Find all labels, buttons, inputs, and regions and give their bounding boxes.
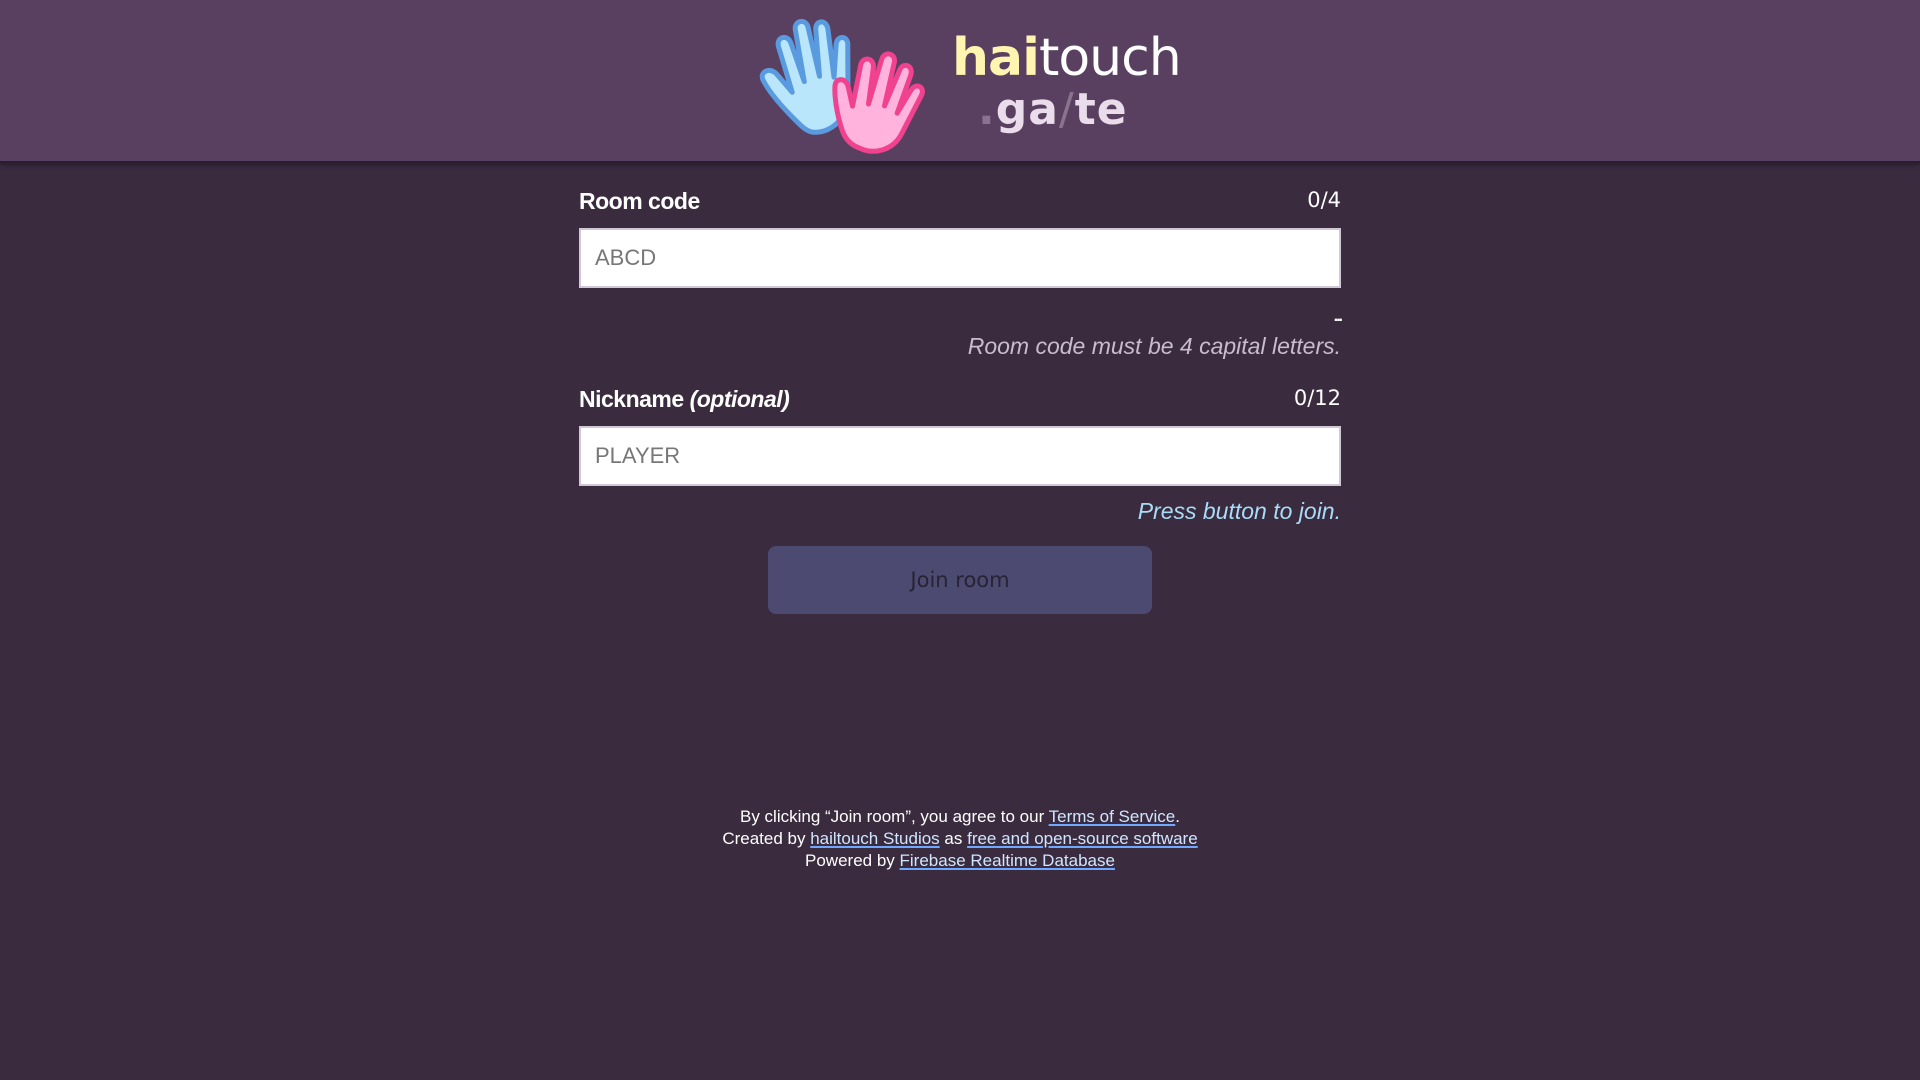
firebase-link[interactable]: Firebase Realtime Database <box>900 851 1115 870</box>
nickname-optional-label: (optional) <box>689 386 790 412</box>
logo-sub-ga: ga <box>995 84 1059 135</box>
room-code-counter: 0/4 <box>1307 188 1341 212</box>
nickname-label-text: Nickname <box>579 386 684 412</box>
studio-link[interactable]: hailtouch Studios <box>810 829 939 848</box>
room-code-loading-indicator: ... <box>1333 308 1343 325</box>
logo-word-hai: hai <box>952 28 1040 88</box>
haitouch-gate-logo[interactable]: haitouch .ga/te <box>752 8 1182 156</box>
footer-credits-prefix: Created by <box>722 829 811 848</box>
footer-powered-prefix: Powered by <box>805 851 900 870</box>
terms-of-service-link[interactable]: Terms of Service <box>1049 807 1176 826</box>
logo-sub-dot: . <box>978 84 996 135</box>
footer-credits-line: Created by hailtouch Studios as free and… <box>0 828 1920 850</box>
nickname-label: Nickname (optional) <box>579 386 790 413</box>
nickname-field: Nickname (optional) 0/12 <box>579 378 1341 486</box>
waving-hands-icon <box>759 19 925 154</box>
header: haitouch .ga/te <box>0 0 1920 163</box>
room-code-validation-message: Room code must be 4 capital letters. <box>967 333 1341 359</box>
logo-subword: .ga/te <box>978 88 1128 132</box>
logo-sub-te: te <box>1074 84 1128 135</box>
nickname-counter: 0/12 <box>1293 386 1341 410</box>
join-room-button[interactable]: Join room <box>768 546 1152 614</box>
footer-terms-line: By clicking “Join room”, you agree to ou… <box>0 806 1920 828</box>
join-status-message: Press button to join. <box>1137 498 1341 524</box>
room-code-input[interactable] <box>579 228 1341 288</box>
room-code-label: Room code <box>579 188 700 214</box>
open-source-link[interactable]: free and open-source software <box>967 829 1198 848</box>
join-form: Room code 0/4 ... Room code must be 4 ca… <box>579 180 1343 614</box>
logo-wordmark: haitouch <box>952 32 1182 84</box>
logo-word-touch: touch <box>1038 28 1182 88</box>
footer-terms-prefix: By clicking “Join room”, you agree to ou… <box>740 807 1049 826</box>
nickname-header: Nickname (optional) 0/12 <box>579 378 1341 418</box>
logo-sub-slash: / <box>1058 84 1075 135</box>
nickname-input[interactable] <box>579 426 1341 486</box>
footer: By clicking “Join room”, you agree to ou… <box>0 806 1920 872</box>
footer-credits-mid: as <box>939 829 968 848</box>
room-code-header: Room code 0/4 <box>579 180 1341 220</box>
footer-powered-line: Powered by Firebase Realtime Database <box>0 850 1920 872</box>
footer-terms-suffix: . <box>1175 807 1180 826</box>
